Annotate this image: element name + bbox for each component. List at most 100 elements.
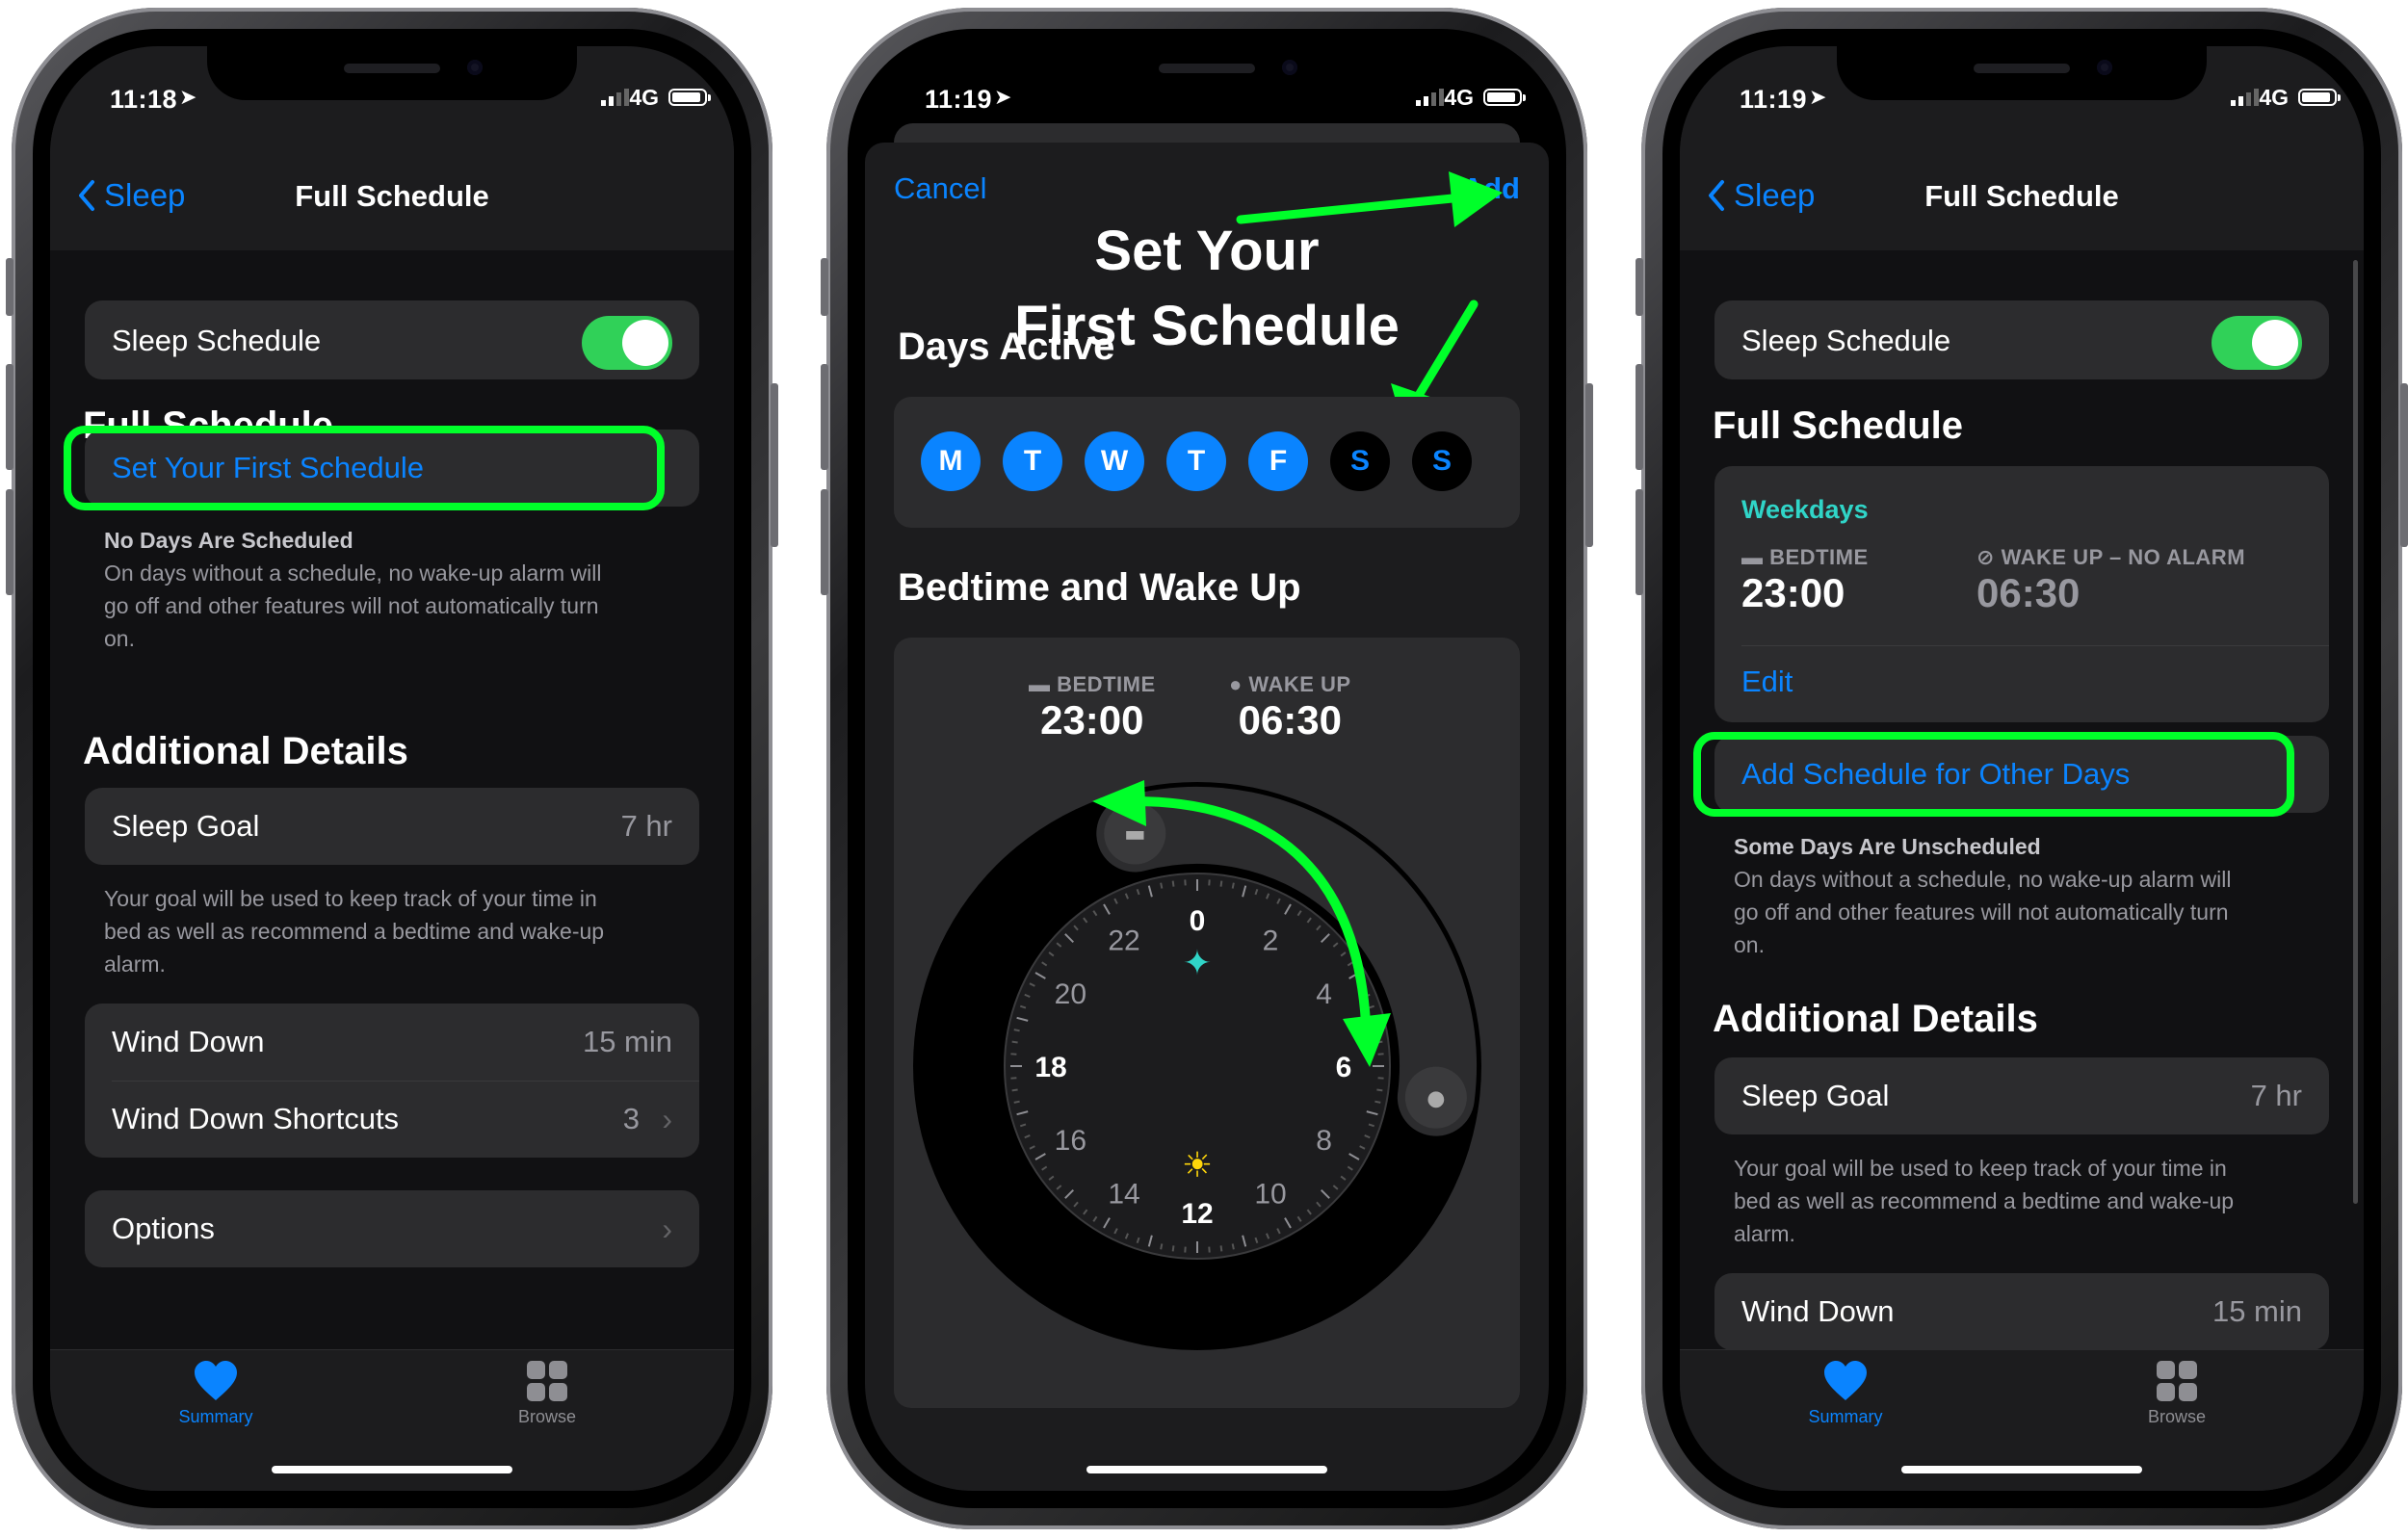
sparkle-icon: ✦ bbox=[1183, 944, 1212, 983]
grid-icon bbox=[527, 1361, 567, 1401]
clock-tick bbox=[1011, 1040, 1018, 1044]
clock-number: 2 bbox=[1263, 925, 1279, 956]
chevron-right-icon: › bbox=[662, 1102, 672, 1136]
day-monday[interactable]: M bbox=[921, 431, 981, 491]
sleep-schedule-cell: Sleep Schedule bbox=[85, 300, 699, 379]
unscheduled-title: Some Days Are Unscheduled bbox=[1734, 834, 2041, 859]
weekdays-label: Weekdays bbox=[1741, 495, 1869, 524]
sleep-schedule-toggle[interactable] bbox=[2212, 316, 2302, 370]
screen-3: 11:19 ➤ 4G Sleep Full Schedule Sleep Sch… bbox=[1680, 46, 2364, 1491]
bedtime-wake-header: Bedtime and Wake Up bbox=[898, 566, 1301, 609]
no-days-note: No Days Are Scheduled On days without a … bbox=[104, 524, 680, 655]
sleep-goal-value: 7 hr bbox=[620, 809, 672, 843]
location-icon: ➤ bbox=[994, 85, 1012, 109]
status-bar: 11:18 ➤ 4G bbox=[50, 46, 734, 123]
location-icon: ➤ bbox=[1809, 85, 1827, 109]
wakeup-value: 06:30 bbox=[1976, 570, 2081, 615]
bedtime-summary: ▬ BEDTIME 23:00 bbox=[1029, 672, 1156, 743]
signal-icon bbox=[1416, 89, 1444, 106]
clock-tick bbox=[1231, 882, 1235, 889]
network-type: 4G bbox=[2259, 85, 2289, 110]
nav-bar: Sleep Full Schedule bbox=[1680, 123, 2364, 250]
status-time: 11:19 bbox=[925, 85, 993, 114]
tab-summary[interactable]: Summary bbox=[1768, 1360, 1923, 1427]
day-saturday[interactable]: S bbox=[1330, 431, 1390, 491]
wind-down-shortcuts-row[interactable]: Wind Down Shortcuts 3 › bbox=[112, 1102, 672, 1136]
clock-number: 14 bbox=[1108, 1179, 1139, 1211]
bell-handle-icon: ● bbox=[1426, 1087, 1445, 1111]
clock-tick bbox=[1171, 880, 1175, 887]
nav-bar: Sleep Full Schedule bbox=[50, 123, 734, 250]
status-bar: 11:19 ➤ 4G bbox=[1680, 46, 2364, 123]
days-selector: M T W T F S S bbox=[894, 397, 1520, 528]
edit-button[interactable]: Edit bbox=[1741, 665, 1793, 699]
screen-2: 11:19 ➤ 4G Cancel Add Set Your First Sch… bbox=[865, 46, 1549, 1491]
clock-number: 12 bbox=[1181, 1198, 1213, 1230]
content-area: Sleep Schedule Full Schedule Weekdays ▬ … bbox=[1680, 250, 2364, 1491]
clock-number: 16 bbox=[1055, 1125, 1086, 1157]
network-type: 4G bbox=[1444, 85, 1474, 110]
goal-note: Your goal will be used to keep track of … bbox=[104, 882, 680, 980]
sheet-title-line-1: Set Your bbox=[1094, 220, 1320, 282]
clock-number: 18 bbox=[1034, 1052, 1066, 1083]
sleep-schedule-label: Sleep Schedule bbox=[112, 324, 322, 357]
grid-icon bbox=[2157, 1361, 2197, 1401]
clock-tick bbox=[1219, 1245, 1223, 1252]
additional-details-header: Additional Details bbox=[83, 730, 408, 772]
bedtime-value: 23:00 bbox=[1040, 697, 1144, 743]
scrollbar[interactable] bbox=[2353, 260, 2358, 1204]
sleep-schedule-toggle[interactable] bbox=[582, 316, 672, 370]
no-days-text-1: On days without a schedule, no wake-up a… bbox=[104, 560, 602, 586]
wind-down-group: Wind Down 15 min Wind Down Shortcuts 3 › bbox=[85, 1004, 699, 1158]
status-time: 11:19 bbox=[1740, 85, 1808, 114]
wind-down-cell[interactable]: Wind Down 15 min bbox=[1714, 1273, 2329, 1350]
clock-number: 20 bbox=[1055, 978, 1086, 1010]
phone-frame-2: 11:19 ➤ 4G Cancel Add Set Your First Sch… bbox=[821, 8, 1593, 1529]
clock-tick bbox=[1013, 1100, 1020, 1104]
wind-down-row[interactable]: Wind Down 15 min bbox=[112, 1025, 672, 1059]
tab-browse[interactable]: Browse bbox=[2100, 1360, 2254, 1427]
sun-icon: ☀ bbox=[1182, 1146, 1213, 1186]
wakeup-label: WAKE UP – NO ALARM bbox=[2001, 545, 2246, 569]
unscheduled-note: Some Days Are Unscheduled On days withou… bbox=[1734, 830, 2310, 961]
tab-browse-label: Browse bbox=[2147, 1407, 2207, 1426]
day-tuesday[interactable]: T bbox=[1003, 431, 1062, 491]
clock-number: 4 bbox=[1316, 978, 1332, 1010]
status-time: 11:18 bbox=[110, 85, 178, 114]
full-schedule-header: Full Schedule bbox=[1713, 404, 1964, 447]
clock-number: 8 bbox=[1316, 1125, 1332, 1157]
clock-number: 0 bbox=[1190, 905, 1206, 937]
cancel-button[interactable]: Cancel bbox=[894, 171, 987, 206]
schedule-sheet: Cancel Add Set Your First Schedule Days … bbox=[865, 143, 1549, 1491]
goal-text-3: alarm. bbox=[104, 951, 166, 977]
days-active-header: Days Active bbox=[898, 326, 1115, 368]
bedtime-label: BEDTIME bbox=[1769, 545, 1869, 569]
weekdays-schedule-card: Weekdays ▬ BEDTIME 23:00 ⊘ WAKE UP – NO … bbox=[1714, 466, 2329, 722]
sleep-goal-cell[interactable]: Sleep Goal 7 hr bbox=[1714, 1057, 2329, 1134]
sleep-goal-value: 7 hr bbox=[2250, 1079, 2302, 1112]
tab-browse[interactable]: Browse bbox=[470, 1360, 624, 1427]
wind-down-shortcuts-label: Wind Down Shortcuts bbox=[112, 1102, 400, 1135]
clock-number: 6 bbox=[1336, 1052, 1352, 1083]
clock-tick bbox=[1171, 1245, 1175, 1252]
location-icon: ➤ bbox=[179, 85, 197, 109]
clock-tick bbox=[1219, 880, 1223, 887]
sleep-clock-dial[interactable]: 0246810121416182022 ▬ ● ✦ ☀ bbox=[903, 772, 1491, 1360]
heart-icon bbox=[195, 1361, 237, 1400]
clock-tick bbox=[1160, 1243, 1164, 1250]
home-indicator bbox=[1086, 1466, 1327, 1473]
screen-1: 11:18 ➤ 4G Sleep Full Schedule Sleep Sch… bbox=[50, 46, 734, 1491]
wind-down-label: Wind Down bbox=[1741, 1294, 1895, 1328]
options-cell[interactable]: Options › bbox=[85, 1190, 699, 1267]
sleep-schedule-label: Sleep Schedule bbox=[1741, 324, 1951, 357]
day-thursday[interactable]: T bbox=[1166, 431, 1226, 491]
day-sunday[interactable]: S bbox=[1412, 431, 1472, 491]
wind-down-value: 15 min bbox=[2212, 1294, 2302, 1328]
tab-summary-label: Summary bbox=[1808, 1407, 1883, 1426]
tab-summary[interactable]: Summary bbox=[139, 1360, 293, 1427]
sleep-goal-cell[interactable]: Sleep Goal 7 hr bbox=[85, 788, 699, 865]
battery-icon bbox=[668, 89, 711, 106]
day-friday[interactable]: F bbox=[1248, 431, 1308, 491]
day-wednesday[interactable]: W bbox=[1085, 431, 1144, 491]
clock-card: ▬ BEDTIME 23:00 ● WAKE UP 06:30 0 2 4 6 8 10 1… bbox=[894, 638, 1520, 1408]
